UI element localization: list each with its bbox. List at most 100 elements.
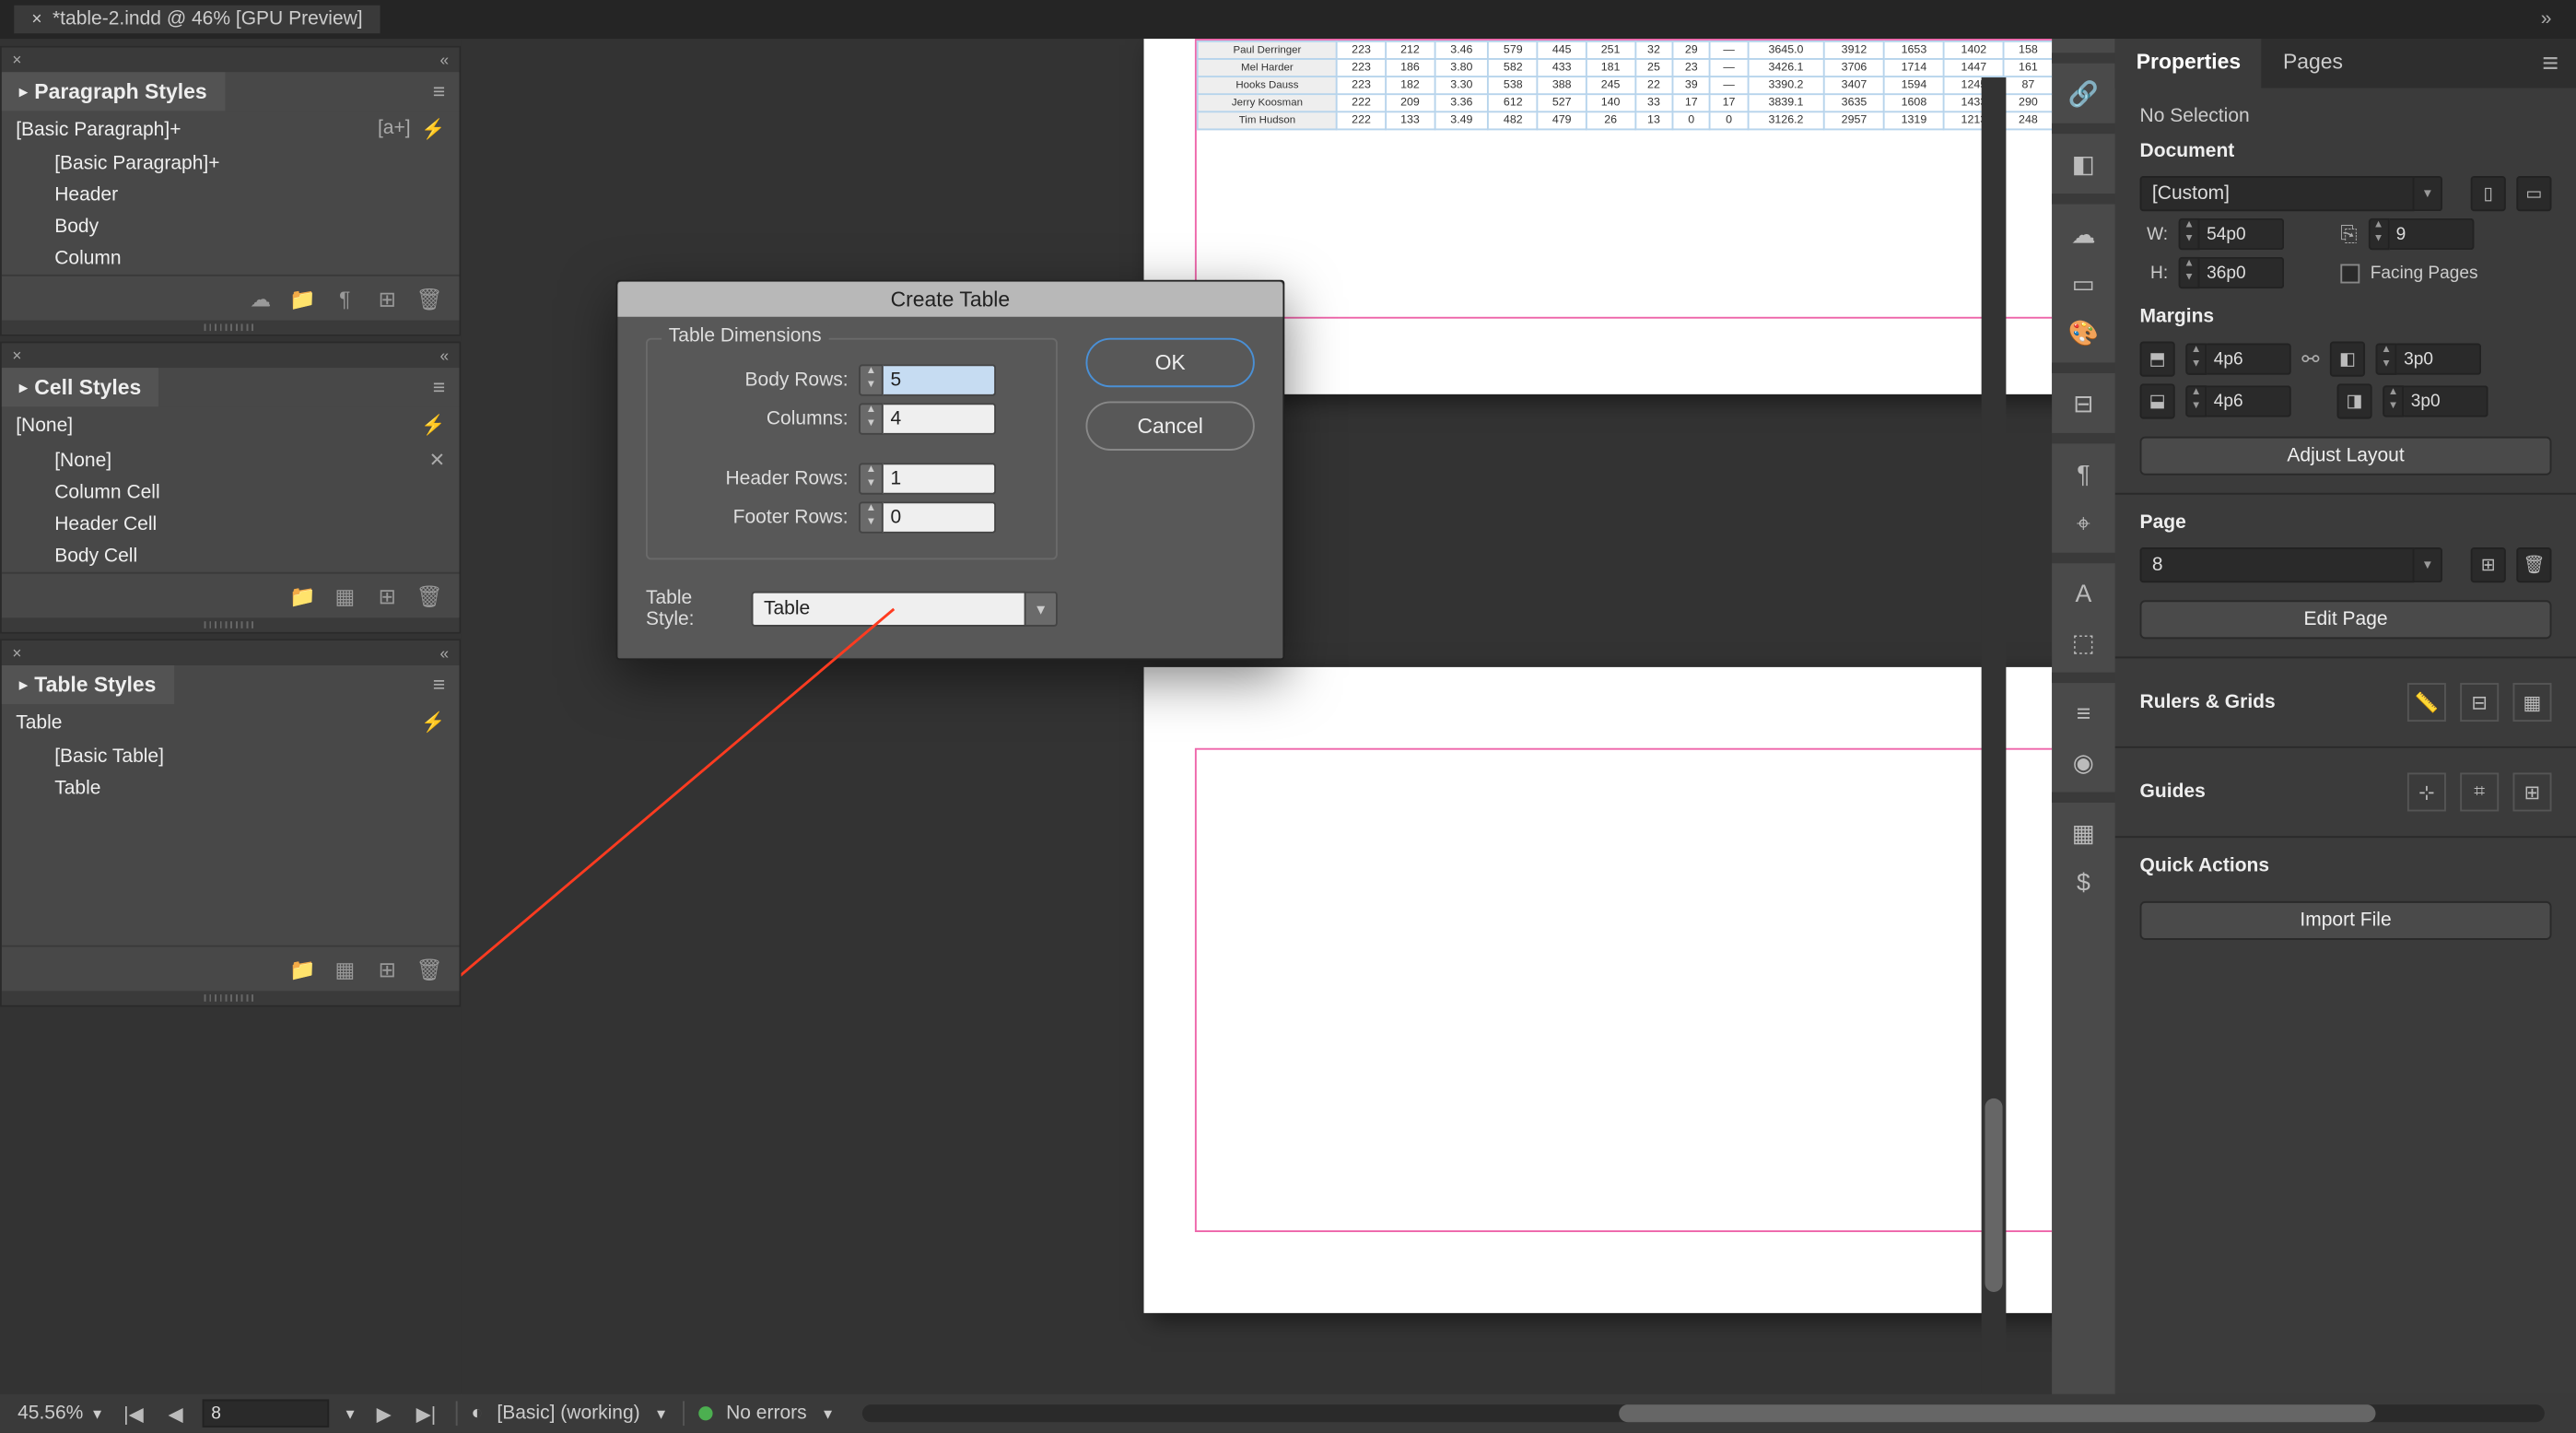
close-icon[interactable]: × [12, 347, 21, 364]
stepper-up-icon[interactable]: ▲ [861, 366, 882, 380]
header-rows-stepper[interactable]: ▲▼ [859, 463, 996, 494]
clear-override-icon[interactable]: ⚡ [421, 711, 445, 734]
stepper-down-icon[interactable]: ▼ [861, 479, 882, 493]
next-page-icon[interactable]: ▶ [371, 1402, 397, 1425]
prev-page-icon[interactable]: ◀ [163, 1402, 189, 1425]
swatches-panel-icon[interactable]: ▦ [2057, 810, 2110, 856]
ruler-icon[interactable]: 📏 [2407, 683, 2446, 722]
close-icon[interactable]: × [12, 644, 21, 662]
orientation-portrait-icon[interactable]: ▯ [2471, 176, 2506, 211]
stepper-up-icon[interactable]: ▲ [861, 503, 882, 517]
margin-left-input[interactable]: ▲▼ [2376, 343, 2482, 374]
collapse-icon[interactable]: « [439, 347, 449, 364]
collapse-icon[interactable]: « [439, 51, 449, 68]
baseline-grid-icon[interactable]: ⊟ [2460, 683, 2499, 722]
orientation-landscape-icon[interactable]: ▭ [2516, 176, 2551, 211]
delete-page-icon[interactable]: 🗑 [2516, 547, 2551, 582]
cancel-button[interactable]: Cancel [1085, 401, 1254, 450]
current-style[interactable]: [None] ⚡ [2, 406, 460, 443]
trash-icon[interactable]: 🗑 [417, 583, 442, 608]
link-margins-icon[interactable]: ⚯ [2301, 347, 2319, 371]
stepper-up-icon[interactable]: ▲ [861, 464, 882, 478]
zoom-control[interactable]: 45.56% ▼ [18, 1403, 104, 1424]
navigator-panel-icon[interactable]: ⌖ [2057, 499, 2110, 546]
height-input[interactable]: ▲▼ [2179, 257, 2285, 288]
style-item[interactable]: Body Cell [2, 540, 460, 571]
stepper-down-icon[interactable]: ▼ [861, 419, 882, 433]
columns-input[interactable] [884, 403, 996, 434]
table-style-combo[interactable]: ▼ [752, 592, 1058, 627]
panel-resize-handle[interactable] [2, 617, 460, 631]
style-item[interactable]: [Basic Table] [2, 741, 460, 772]
chevron-down-icon[interactable]: ▼ [90, 1405, 104, 1421]
preflight-profile-icon[interactable]: ◐ [471, 1403, 483, 1424]
document-grid-icon[interactable]: ▦ [2512, 683, 2551, 722]
panel-tab-cell[interactable]: ▸Cell Styles [2, 368, 158, 406]
width-input[interactable]: ▲▼ [2179, 218, 2285, 250]
style-item[interactable]: [Basic Paragraph]+ [2, 147, 460, 179]
facing-pages-checkbox[interactable]: Facing Pages [2340, 264, 2477, 283]
paragraph-panel-icon[interactable]: ¶ [2057, 451, 2110, 497]
import-file-button[interactable]: Import File [2140, 901, 2552, 940]
style-item[interactable]: Body [2, 211, 460, 242]
style-group-icon[interactable]: ▦ [333, 957, 357, 981]
edit-page-button[interactable]: Edit Page [2140, 600, 2552, 639]
new-style-icon[interactable]: ⊞ [375, 583, 400, 608]
trash-icon[interactable]: 🗑 [417, 957, 442, 981]
new-style-icon[interactable]: ⊞ [375, 957, 400, 981]
first-page-icon[interactable]: |◀ [118, 1402, 148, 1425]
footer-rows-input[interactable] [884, 501, 996, 533]
footer-rows-stepper[interactable]: ▲▼ [859, 501, 996, 533]
stepper-down-icon[interactable]: ▼ [861, 381, 882, 394]
body-rows-input[interactable] [884, 364, 996, 395]
panel-tab-paragraph[interactable]: ▸Paragraph Styles [2, 72, 225, 111]
tab-properties[interactable]: Properties [2115, 39, 2262, 88]
vertical-scrollbar[interactable] [1982, 77, 2007, 1394]
paragraph-icon[interactable]: ¶ [333, 286, 357, 311]
table-style-input[interactable] [752, 592, 1026, 627]
style-item[interactable]: Table [2, 772, 460, 804]
cc-libraries-panel-icon[interactable]: ☁ [2057, 211, 2110, 257]
panel-menu-icon[interactable]: ≡ [419, 665, 460, 704]
trash-icon[interactable]: 🗑 [417, 286, 442, 311]
panel-menu-icon[interactable]: ≡ [419, 72, 460, 111]
header-rows-input[interactable] [884, 463, 996, 494]
panel-tab-table[interactable]: ▸Table Styles [2, 665, 174, 704]
scripts-panel-icon[interactable]: $ [2057, 859, 2110, 905]
character-panel-icon[interactable]: A [2057, 570, 2110, 617]
chevron-down-icon[interactable]: ▼ [654, 1405, 668, 1421]
margin-bottom-input[interactable]: ▲▼ [2185, 385, 2291, 417]
preset-select[interactable]: ▼ [2140, 176, 2443, 211]
cc-libraries-icon[interactable]: ☁ [248, 286, 273, 311]
new-style-icon[interactable]: ⊞ [375, 286, 400, 311]
horizontal-scrollbar[interactable] [863, 1404, 2545, 1422]
close-icon[interactable]: × [12, 51, 21, 68]
columns-stepper[interactable]: ▲▼ [859, 403, 996, 434]
tab-pages[interactable]: Pages [2262, 39, 2364, 88]
folder-icon[interactable]: 📁 [290, 957, 315, 981]
panel-menu-icon[interactable]: ≡ [419, 368, 460, 406]
chevron-down-icon[interactable]: ▼ [2415, 176, 2443, 211]
errors-label[interactable]: No errors [726, 1403, 807, 1424]
pages-input[interactable]: ▲▼ [2368, 218, 2474, 250]
style-item[interactable]: Header [2, 180, 460, 211]
last-page-icon[interactable]: ▶| [411, 1402, 441, 1425]
current-style[interactable]: Table ⚡ [2, 704, 460, 741]
layers-panel-icon[interactable]: ◧ [2057, 141, 2110, 187]
margin-right-input[interactable]: ▲▼ [2383, 385, 2488, 417]
guides-icon[interactable]: ⊹ [2407, 772, 2446, 811]
page-field[interactable] [203, 1399, 330, 1427]
stepper-up-icon[interactable]: ▲ [861, 405, 882, 418]
margin-top-input[interactable]: ▲▼ [2185, 343, 2291, 374]
effects-panel-icon[interactable]: ◉ [2057, 739, 2110, 785]
close-icon[interactable]: × [31, 10, 41, 29]
smart-guides-icon[interactable]: ⌗ [2460, 772, 2499, 811]
clear-override-icon[interactable]: ⚡ [421, 118, 445, 141]
style-item[interactable]: Column [2, 243, 460, 275]
document-tab[interactable]: × *table-2.indd @ 46% [GPU Preview] [14, 6, 380, 34]
override-icon[interactable]: [a+] [378, 118, 411, 141]
color-panel-icon[interactable]: 🎨 [2057, 310, 2110, 356]
style-item[interactable]: [None]✕ [2, 443, 460, 476]
page-select[interactable]: ▼ [2140, 547, 2443, 582]
chevron-down-icon[interactable]: ▼ [344, 1405, 357, 1421]
